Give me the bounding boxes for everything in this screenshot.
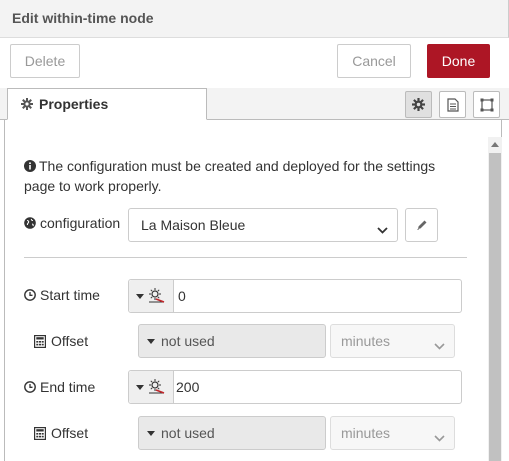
config-notice: The configuration must be created and de…	[24, 156, 454, 196]
configuration-label: configuration	[24, 214, 120, 232]
tab-bar: Properties	[0, 88, 509, 120]
scrollbar-thumb[interactable]	[489, 153, 501, 461]
end-offset-label-text: Offset	[51, 425, 89, 441]
tab-properties-label: Properties	[39, 96, 109, 112]
start-time-label-text: Start time	[40, 287, 100, 303]
end-offset-unit-select[interactable]: minutes	[330, 416, 455, 450]
tray-toolbar: Delete Cancel Done	[0, 38, 509, 88]
configuration-select[interactable]: La Maison Bleue	[128, 208, 398, 242]
tray-title: Edit within-time node	[12, 10, 154, 26]
delete-button[interactable]: Delete	[10, 44, 80, 78]
description-tab-button[interactable]	[439, 91, 466, 118]
end-time-input[interactable]: 200	[128, 370, 462, 404]
end-time-label: End time	[24, 378, 95, 396]
calculator-icon	[34, 426, 46, 440]
start-time-value: 0	[178, 288, 186, 304]
sun-altitude-icon	[148, 288, 166, 304]
calculator-icon	[34, 334, 46, 348]
start-offset-unit-value: minutes	[341, 333, 391, 349]
gear-icon	[21, 98, 33, 110]
cancel-button[interactable]: Cancel	[337, 44, 411, 78]
end-time-value: 200	[176, 379, 200, 395]
notice-text: The configuration must be created and de…	[24, 158, 436, 194]
configuration-label-text: configuration	[40, 215, 121, 231]
end-time-type-button[interactable]	[129, 371, 174, 403]
caret-down-icon	[136, 384, 144, 390]
start-offset-type-value: not used	[161, 333, 215, 349]
end-time-label-text: End time	[40, 379, 96, 395]
chevron-down-icon	[434, 337, 445, 353]
gear-icon	[412, 98, 425, 111]
caret-down-icon	[136, 293, 144, 299]
caret-down-icon	[147, 338, 155, 344]
sun-altitude-icon	[148, 379, 166, 395]
start-time-input[interactable]: 0	[128, 279, 462, 313]
start-offset-type[interactable]: not used	[138, 324, 326, 358]
done-button[interactable]: Done	[427, 44, 490, 78]
chevron-down-icon	[434, 429, 445, 445]
scroll-up-arrow[interactable]	[488, 137, 502, 151]
chevron-down-icon	[377, 221, 388, 237]
edit-configuration-button[interactable]	[405, 208, 438, 242]
end-offset-type[interactable]: not used	[138, 416, 326, 450]
start-offset-label: Offset	[34, 332, 88, 350]
section-divider	[24, 257, 467, 258]
end-offset-label: Offset	[34, 424, 88, 442]
caret-down-icon	[147, 430, 155, 436]
info-icon	[24, 160, 36, 172]
start-time-type-button[interactable]	[129, 280, 174, 312]
configuration-value: La Maison Bleue	[141, 217, 246, 233]
start-time-label: Start time	[24, 286, 100, 304]
appearance-tab-button[interactable]	[473, 91, 500, 118]
globe-icon	[24, 217, 36, 229]
end-offset-type-value: not used	[161, 425, 215, 441]
pencil-icon	[416, 219, 428, 231]
start-offset-label-text: Offset	[51, 333, 89, 349]
settings-tab-button[interactable]	[405, 91, 432, 118]
document-icon	[446, 97, 459, 112]
tab-properties[interactable]: Properties	[7, 88, 207, 120]
frame-icon	[480, 98, 494, 112]
clock-icon	[24, 381, 36, 393]
clock-icon	[24, 289, 36, 301]
end-offset-unit-value: minutes	[341, 425, 391, 441]
start-offset-unit-select[interactable]: minutes	[330, 324, 455, 358]
